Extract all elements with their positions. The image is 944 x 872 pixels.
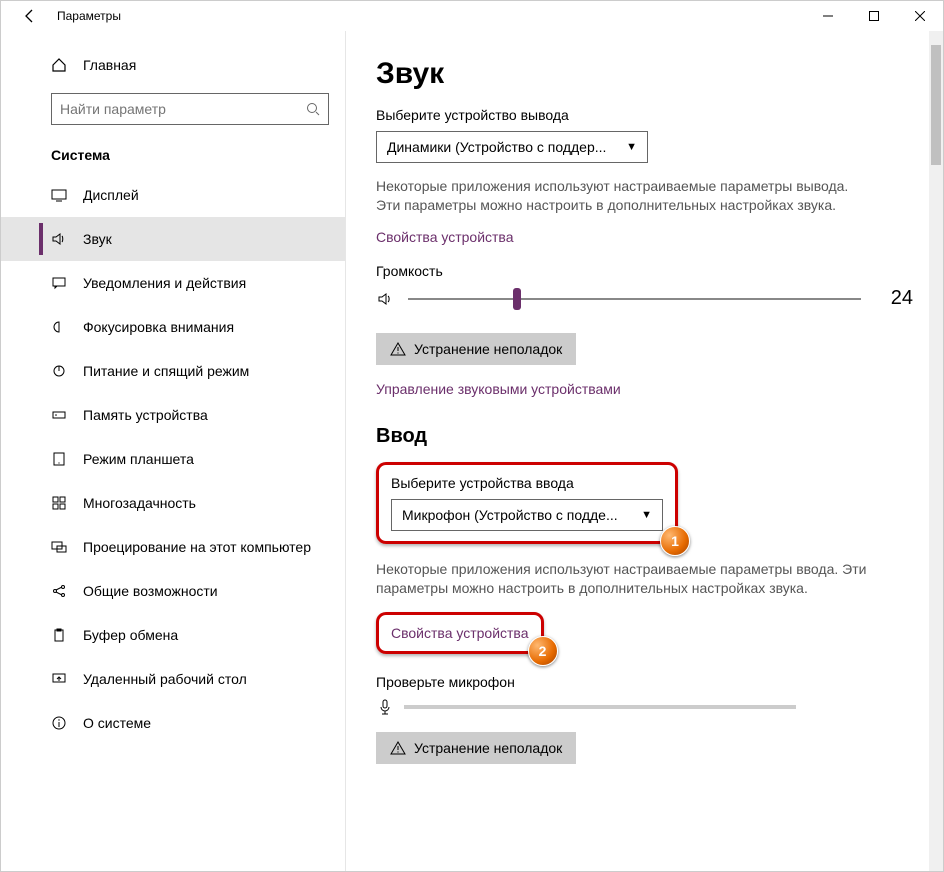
input-heading: Ввод — [376, 425, 913, 448]
sidebar-item-remote[interactable]: Удаленный рабочий стол — [1, 657, 345, 701]
power-icon — [51, 363, 67, 379]
step-badge-2: 2 — [528, 636, 558, 666]
sidebar-item-shared[interactable]: Общие возможности — [1, 569, 345, 613]
volume-slider[interactable] — [408, 287, 861, 311]
input-device-dropdown[interactable]: Микрофон (Устройство с подде... ▼ — [391, 499, 663, 531]
tablet-icon — [51, 451, 67, 467]
sidebar-item-sound[interactable]: Звук — [1, 217, 345, 261]
content: Звук Выберите устройство вывода Динамики… — [346, 31, 943, 871]
back-button[interactable] — [9, 1, 49, 31]
display-icon — [51, 187, 67, 203]
close-icon — [915, 11, 925, 21]
sidebar-item-about[interactable]: О системе — [1, 701, 345, 745]
manage-devices-link[interactable]: Управление звуковыми устройствами — [376, 381, 621, 397]
mic-level-bar — [404, 705, 796, 709]
speaker-icon — [376, 289, 396, 309]
step-badge-1: 1 — [660, 526, 690, 556]
maximize-icon — [869, 11, 879, 21]
sidebar-item-focus[interactable]: Фокусировка внимания — [1, 305, 345, 349]
nav-list: Дисплей Звук Уведомления и действия Фоку… — [1, 173, 345, 871]
minimize-icon — [823, 11, 833, 21]
group-label: Система — [1, 131, 345, 173]
multitask-icon — [51, 495, 67, 511]
input-device-label: Выберите устройства ввода — [391, 475, 663, 491]
page-heading: Звук — [376, 57, 913, 91]
focus-icon — [51, 319, 67, 335]
sidebar-item-power[interactable]: Питание и спящий режим — [1, 349, 345, 393]
home-nav[interactable]: Главная — [1, 43, 345, 87]
output-help: Некоторые приложения используют настраив… — [376, 177, 876, 215]
sidebar-item-tablet[interactable]: Режим планшета — [1, 437, 345, 481]
callout-box-2: Свойства устройства — [376, 612, 544, 654]
scrollbar[interactable] — [929, 31, 943, 871]
home-label: Главная — [83, 57, 136, 73]
clipboard-icon — [51, 627, 67, 643]
chevron-down-icon: ▼ — [641, 509, 652, 521]
about-icon — [51, 715, 67, 731]
sidebar-item-project[interactable]: Проецирование на этот компьютер — [1, 525, 345, 569]
sidebar-item-multitask[interactable]: Многозадачность — [1, 481, 345, 525]
sidebar-item-display[interactable]: Дисплей — [1, 173, 345, 217]
home-icon — [51, 57, 67, 73]
output-troubleshoot-button[interactable]: Устранение неполадок — [376, 333, 576, 365]
sidebar-item-notifications[interactable]: Уведомления и действия — [1, 261, 345, 305]
close-button[interactable] — [897, 1, 943, 31]
chevron-down-icon: ▼ — [626, 141, 637, 153]
minimize-button[interactable] — [805, 1, 851, 31]
project-icon — [51, 539, 67, 555]
sidebar-item-storage[interactable]: Память устройства — [1, 393, 345, 437]
warning-icon — [390, 740, 406, 756]
shared-icon — [51, 583, 67, 599]
output-device-dropdown[interactable]: Динамики (Устройство с поддер... ▼ — [376, 131, 648, 163]
scroll-thumb[interactable] — [931, 45, 941, 165]
volume-label: Громкость — [376, 263, 913, 279]
sound-icon — [51, 231, 67, 247]
window-title: Параметры — [57, 9, 121, 23]
mic-test-label: Проверьте микрофон — [376, 674, 913, 690]
output-properties-link[interactable]: Свойства устройства — [376, 229, 514, 245]
search-icon — [306, 102, 320, 116]
notifications-icon — [51, 275, 67, 291]
remote-icon — [51, 671, 67, 687]
warning-icon — [390, 341, 406, 357]
arrow-left-icon — [21, 8, 37, 24]
search-input[interactable] — [51, 93, 329, 125]
volume-value: 24 — [873, 287, 913, 310]
sidebar-item-clipboard[interactable]: Буфер обмена — [1, 613, 345, 657]
microphone-icon — [376, 698, 394, 716]
callout-box-1: Выберите устройства ввода Микрофон (Устр… — [376, 462, 678, 544]
input-properties-link[interactable]: Свойства устройства — [391, 625, 529, 641]
input-troubleshoot-button[interactable]: Устранение неполадок — [376, 732, 576, 764]
output-device-label: Выберите устройство вывода — [376, 107, 913, 123]
maximize-button[interactable] — [851, 1, 897, 31]
storage-icon — [51, 407, 67, 423]
input-help: Некоторые приложения используют настраив… — [376, 560, 876, 598]
